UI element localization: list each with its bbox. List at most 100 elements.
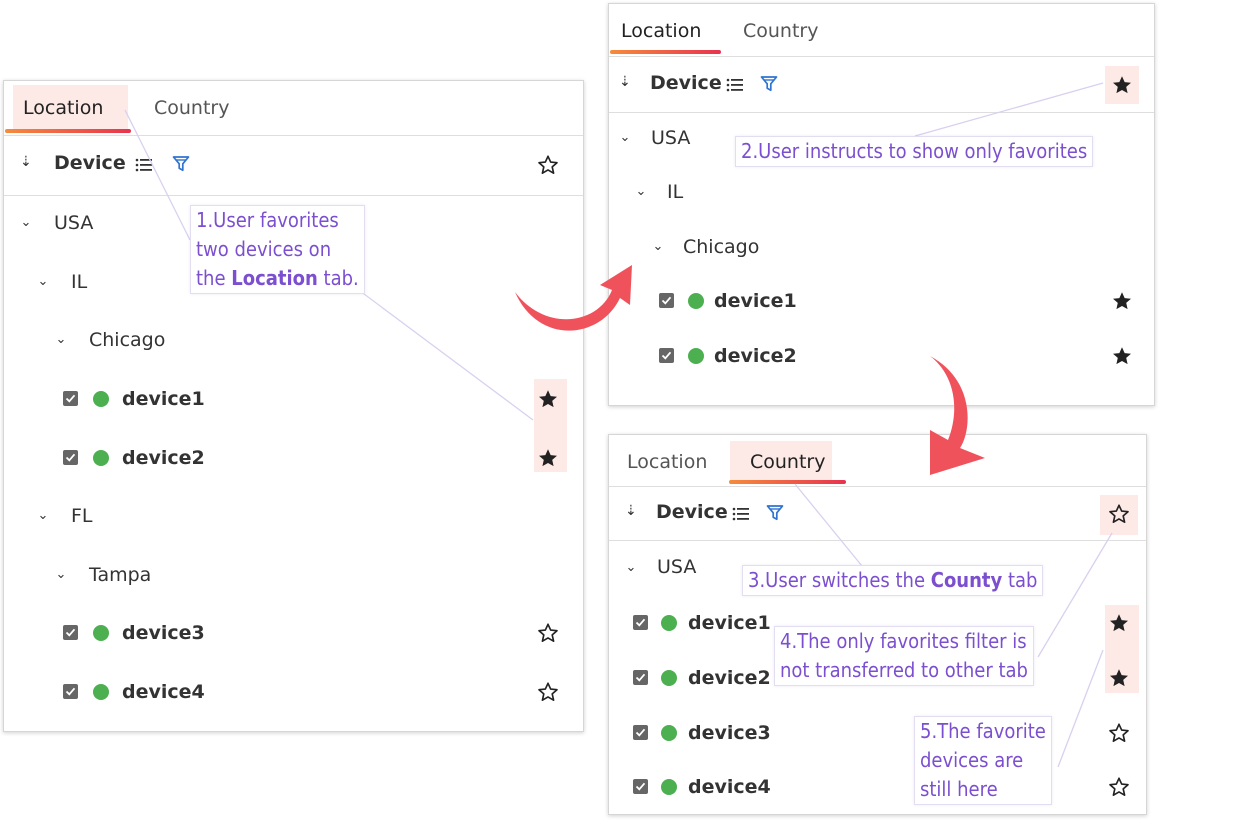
tree-label-il: IL — [667, 181, 684, 203]
filter-icon[interactable] — [766, 504, 784, 522]
panel-location-favorites-only: Location Country ⇣ Device ⌄ USA ⌄ IL ⌄ C… — [608, 3, 1155, 406]
checkbox-checked-icon[interactable] — [63, 391, 78, 406]
tab-active-underline — [729, 480, 846, 484]
chevron-down-icon[interactable]: ⌄ — [649, 239, 667, 254]
device-row-device2[interactable]: device2 — [4, 438, 583, 478]
checkbox-checked-icon[interactable] — [633, 779, 648, 794]
star-filled-icon[interactable] — [1111, 345, 1133, 367]
note-line: devices are — [920, 748, 1024, 772]
star-outline-icon[interactable] — [1108, 776, 1130, 798]
device-row-device1[interactable]: device1 — [4, 379, 583, 419]
device-row-device2[interactable]: device2 — [609, 336, 1154, 376]
checkbox-checked-icon[interactable] — [659, 348, 674, 363]
note-line: 5.The favorite — [920, 719, 1046, 743]
chevron-down-icon[interactable]: ⌄ — [52, 567, 70, 582]
filter-icon[interactable] — [760, 75, 778, 93]
note-line: 1.User favorites — [196, 208, 339, 232]
annotation-note-2: 2.User instructs to show only favorites — [735, 136, 1094, 167]
status-dot-icon — [93, 625, 109, 641]
status-dot-icon — [93, 450, 109, 466]
tree-label-tampa: Tampa — [89, 564, 152, 586]
device-label: device1 — [688, 612, 771, 634]
checkbox-checked-icon[interactable] — [63, 450, 78, 465]
annotation-note-5: 5.The favorite devices are still here — [914, 716, 1052, 805]
device-row-device3[interactable]: device3 — [609, 713, 1146, 753]
note-line: not transferred to other tab — [780, 658, 1028, 682]
device-label: device2 — [688, 667, 771, 689]
checkbox-checked-icon[interactable] — [633, 725, 648, 740]
star-outline-icon[interactable] — [537, 154, 559, 176]
chevron-down-icon[interactable]: ⌄ — [632, 184, 650, 199]
device-label: device2 — [122, 447, 205, 469]
tree-node-fl[interactable]: ⌄ FL — [4, 496, 583, 536]
device-label: device3 — [122, 622, 205, 644]
checkbox-checked-icon[interactable] — [633, 670, 648, 685]
star-filled-icon[interactable] — [1108, 667, 1130, 689]
list-icon[interactable] — [726, 77, 744, 93]
note-line: 2.User instructs to show only favorites — [741, 139, 1088, 163]
checkbox-checked-icon[interactable] — [633, 615, 648, 630]
collapse-all-icon[interactable]: ⇣ — [619, 74, 631, 90]
star-outline-icon[interactable] — [1108, 722, 1130, 744]
note-text: the — [196, 266, 232, 290]
chevron-down-icon[interactable]: ⌄ — [17, 215, 35, 230]
status-dot-icon — [661, 615, 677, 631]
checkbox-checked-icon[interactable] — [63, 684, 78, 699]
status-dot-icon — [688, 348, 704, 364]
tree-label-usa: USA — [651, 127, 691, 149]
note-text: tab. — [317, 266, 359, 290]
star-filled-icon[interactable] — [1108, 612, 1130, 634]
tab-country[interactable]: Country — [750, 451, 825, 473]
device-label: device4 — [688, 776, 771, 798]
status-dot-icon — [93, 684, 109, 700]
device-label: device4 — [122, 681, 205, 703]
list-icon[interactable] — [732, 506, 750, 522]
device-row-device1[interactable]: device1 — [609, 281, 1154, 321]
star-filled-icon[interactable] — [537, 447, 559, 469]
chevron-down-icon[interactable]: ⌄ — [34, 274, 52, 289]
tree-label-il: IL — [71, 271, 88, 293]
panel-location-initial: Location Country ⇣ Device ⌄ USA ⌄ IL ⌄ C… — [3, 80, 584, 732]
tab-location[interactable]: Location — [621, 20, 701, 42]
tab-bar: Location Country — [609, 435, 1146, 487]
tree-node-chicago[interactable]: ⌄ Chicago — [4, 320, 583, 360]
tree-node-tampa[interactable]: ⌄ Tampa — [4, 555, 583, 595]
chevron-down-icon[interactable]: ⌄ — [622, 560, 640, 575]
filter-icon[interactable] — [172, 155, 190, 173]
tree-label-chicago: Chicago — [89, 329, 166, 351]
status-dot-icon — [661, 779, 677, 795]
star-filled-icon[interactable] — [537, 388, 559, 410]
star-filled-icon[interactable] — [1111, 74, 1133, 96]
tree-node-il[interactable]: ⌄ IL — [609, 172, 1154, 212]
device-label: device2 — [714, 345, 797, 367]
star-outline-icon[interactable] — [537, 622, 559, 644]
tree-node-chicago[interactable]: ⌄ Chicago — [609, 227, 1154, 267]
checkbox-checked-icon[interactable] — [659, 293, 674, 308]
status-dot-icon — [688, 293, 704, 309]
tab-location[interactable]: Location — [23, 97, 103, 119]
panel-country-tab: Location Country ⇣ Device ⌄ USA device1 … — [608, 434, 1147, 815]
checkbox-checked-icon[interactable] — [63, 625, 78, 640]
chevron-down-icon[interactable]: ⌄ — [34, 508, 52, 523]
star-outline-icon[interactable] — [1108, 503, 1130, 525]
tab-bar: Location Country — [4, 81, 583, 136]
tab-active-underline — [610, 50, 721, 54]
chevron-down-icon[interactable]: ⌄ — [616, 130, 634, 145]
star-filled-icon[interactable] — [1111, 290, 1133, 312]
tab-location[interactable]: Location — [627, 451, 707, 473]
annotation-note-3: 3.User switches the County tab — [742, 565, 1044, 596]
annotation-note-4: 4.The only favorites filter is not trans… — [774, 626, 1034, 686]
device-row-device3[interactable]: device3 — [4, 613, 583, 653]
star-outline-icon[interactable] — [537, 681, 559, 703]
device-row-device4[interactable]: device4 — [4, 672, 583, 712]
tab-country[interactable]: Country — [154, 97, 229, 119]
tab-country[interactable]: Country — [743, 20, 818, 42]
list-icon[interactable] — [135, 157, 153, 173]
device-label: device1 — [122, 388, 205, 410]
collapse-all-icon[interactable]: ⇣ — [625, 503, 637, 519]
status-dot-icon — [661, 670, 677, 686]
note-emphasis: Location — [231, 266, 318, 290]
chevron-down-icon[interactable]: ⌄ — [52, 332, 70, 347]
collapse-all-icon[interactable]: ⇣ — [20, 154, 32, 170]
device-row-device4[interactable]: device4 — [609, 767, 1146, 807]
